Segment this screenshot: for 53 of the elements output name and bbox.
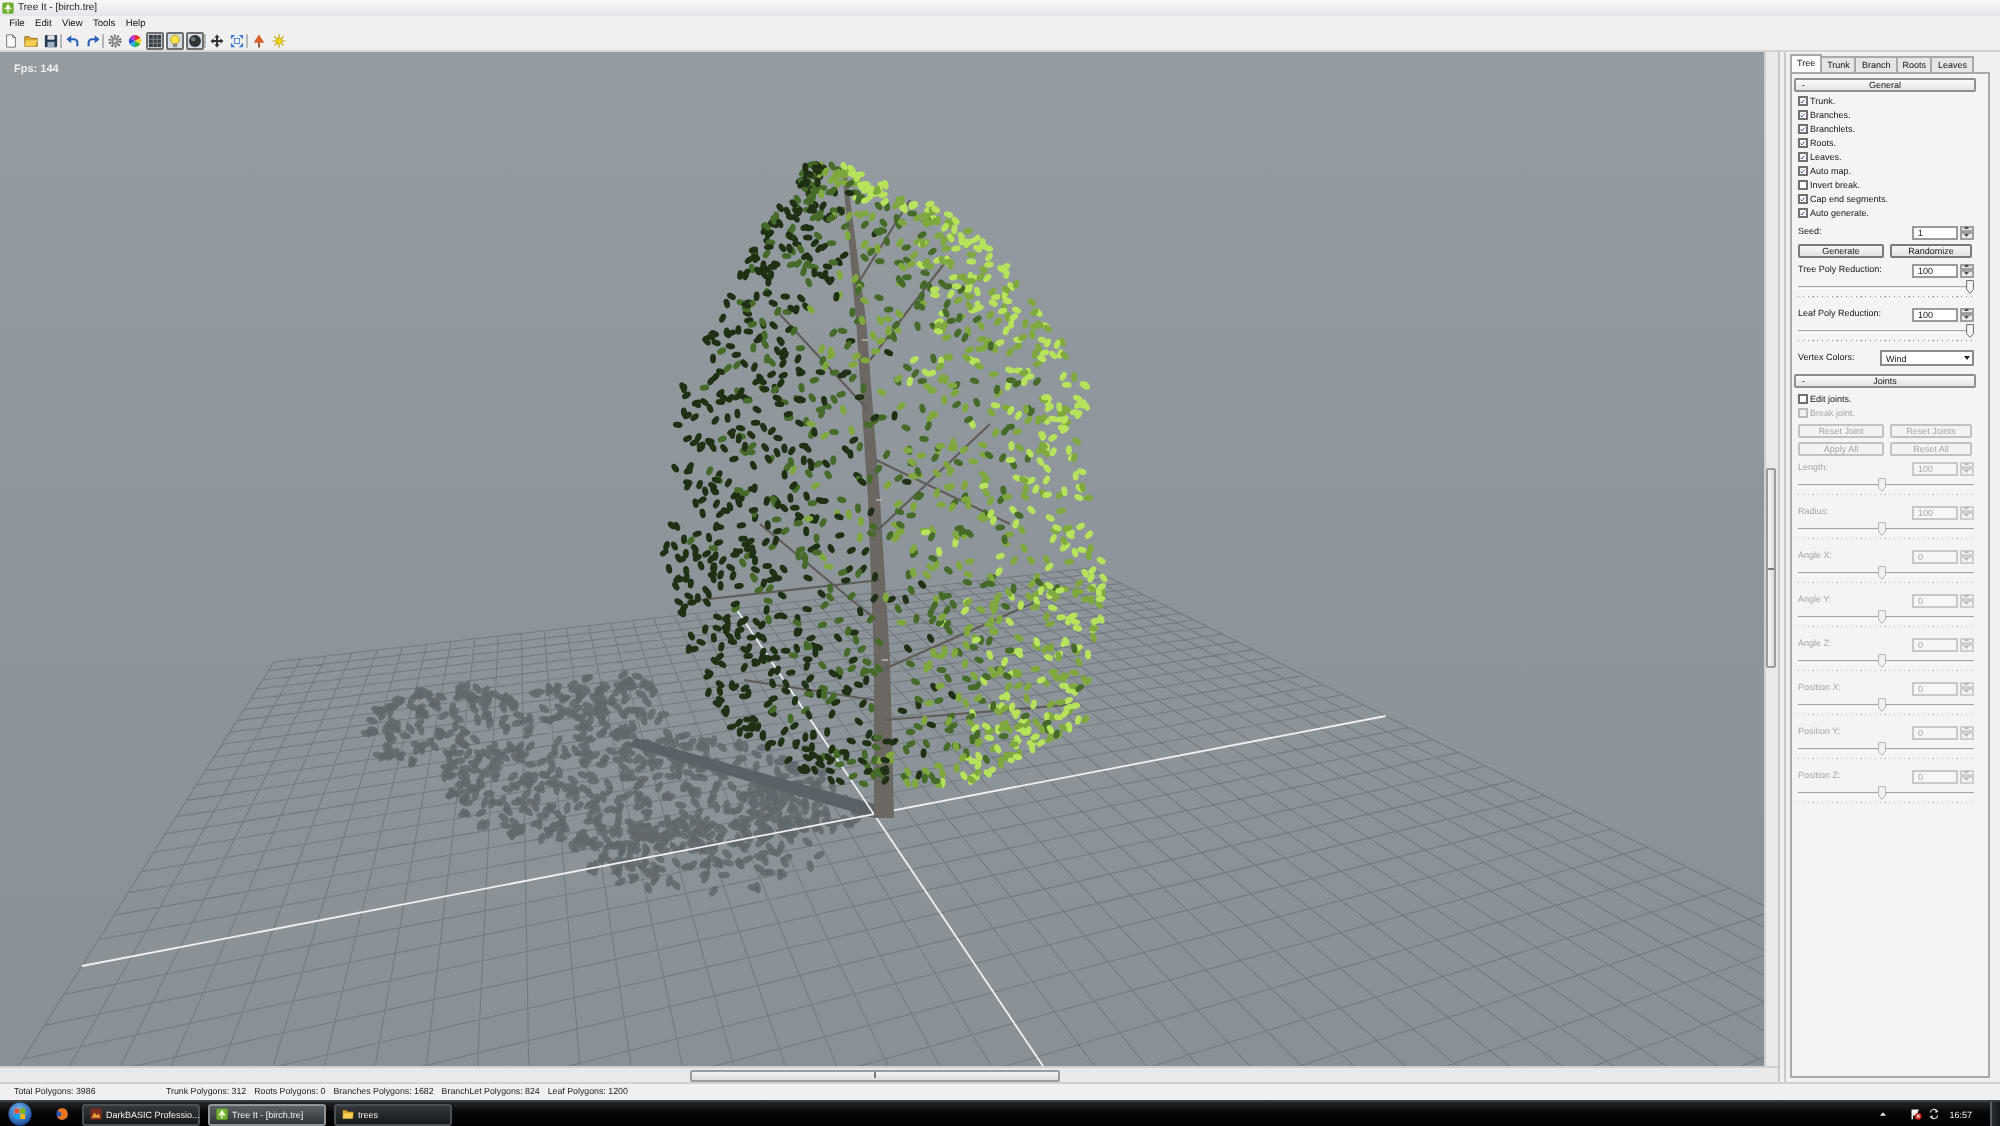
checkbox[interactable]: [1798, 152, 1807, 162]
start-orb-icon[interactable]: [6, 1102, 34, 1126]
slider-track[interactable]: [1798, 280, 1974, 298]
toolbar-button[interactable]: [41, 32, 59, 50]
checkbox[interactable]: [1798, 180, 1807, 190]
caret-down-icon: [1963, 356, 1969, 360]
spin-down-button[interactable]: [1960, 270, 1974, 277]
spin-down-button[interactable]: [1960, 232, 1974, 239]
slider-thumb[interactable]: [1966, 324, 1974, 338]
flag-icon[interactable]: [1909, 1108, 1922, 1120]
tree-icon: [251, 34, 265, 48]
document-icon: [3, 34, 17, 48]
checkbox[interactable]: [1798, 110, 1807, 120]
expand-icon: [229, 34, 243, 48]
toolbar-button[interactable]: [63, 32, 81, 50]
scrollbar-thumb[interactable]: [690, 1069, 1060, 1081]
light-bulb-icon: [167, 34, 181, 48]
splitter-handle[interactable]: [1778, 52, 1786, 1082]
toolbar-button[interactable]: [145, 32, 163, 50]
horizontal-scrollbar[interactable]: [0, 1066, 1778, 1082]
app-icon: [216, 1108, 228, 1120]
spin-down-button[interactable]: [1960, 314, 1974, 321]
toolbar-button[interactable]: [83, 32, 101, 50]
color-wheel-icon: [127, 34, 141, 48]
sphere-icon: [187, 34, 201, 48]
checkbox[interactable]: [1798, 124, 1807, 134]
app-icon: [90, 1108, 102, 1120]
checkbox[interactable]: [1798, 194, 1807, 204]
globe-icon: [55, 1108, 67, 1120]
checkbox[interactable]: [1798, 138, 1807, 148]
toolbar-button[interactable]: [185, 32, 203, 50]
move-arrows-icon: [209, 34, 223, 48]
toolbar-button[interactable]: [125, 32, 143, 50]
grid-square-icon: [147, 34, 161, 48]
undo-icon: [65, 34, 79, 48]
folder-icon: [23, 34, 37, 48]
checkbox[interactable]: [1798, 208, 1807, 218]
folder-icon: [342, 1108, 354, 1120]
checkbox[interactable]: [1798, 394, 1807, 404]
vertical-scrollbar[interactable]: [1764, 52, 1778, 1066]
app-icon: [2, 2, 14, 14]
checkbox[interactable]: [1798, 166, 1807, 176]
scrollbar-thumb[interactable]: [1766, 468, 1776, 668]
show-desktop-button[interactable]: [1990, 1101, 2000, 1126]
checkbox[interactable]: [1798, 96, 1807, 106]
slider-track[interactable]: [1798, 324, 1974, 342]
sync-icon[interactable]: [1927, 1108, 1940, 1120]
sun-icon: [271, 34, 285, 48]
toolbar-button[interactable]: [105, 32, 123, 50]
slider-thumb[interactable]: [1966, 280, 1974, 294]
toolbar-button[interactable]: [207, 32, 225, 50]
redo-icon: [85, 34, 99, 48]
caret-up-icon[interactable]: [1879, 1112, 1886, 1116]
